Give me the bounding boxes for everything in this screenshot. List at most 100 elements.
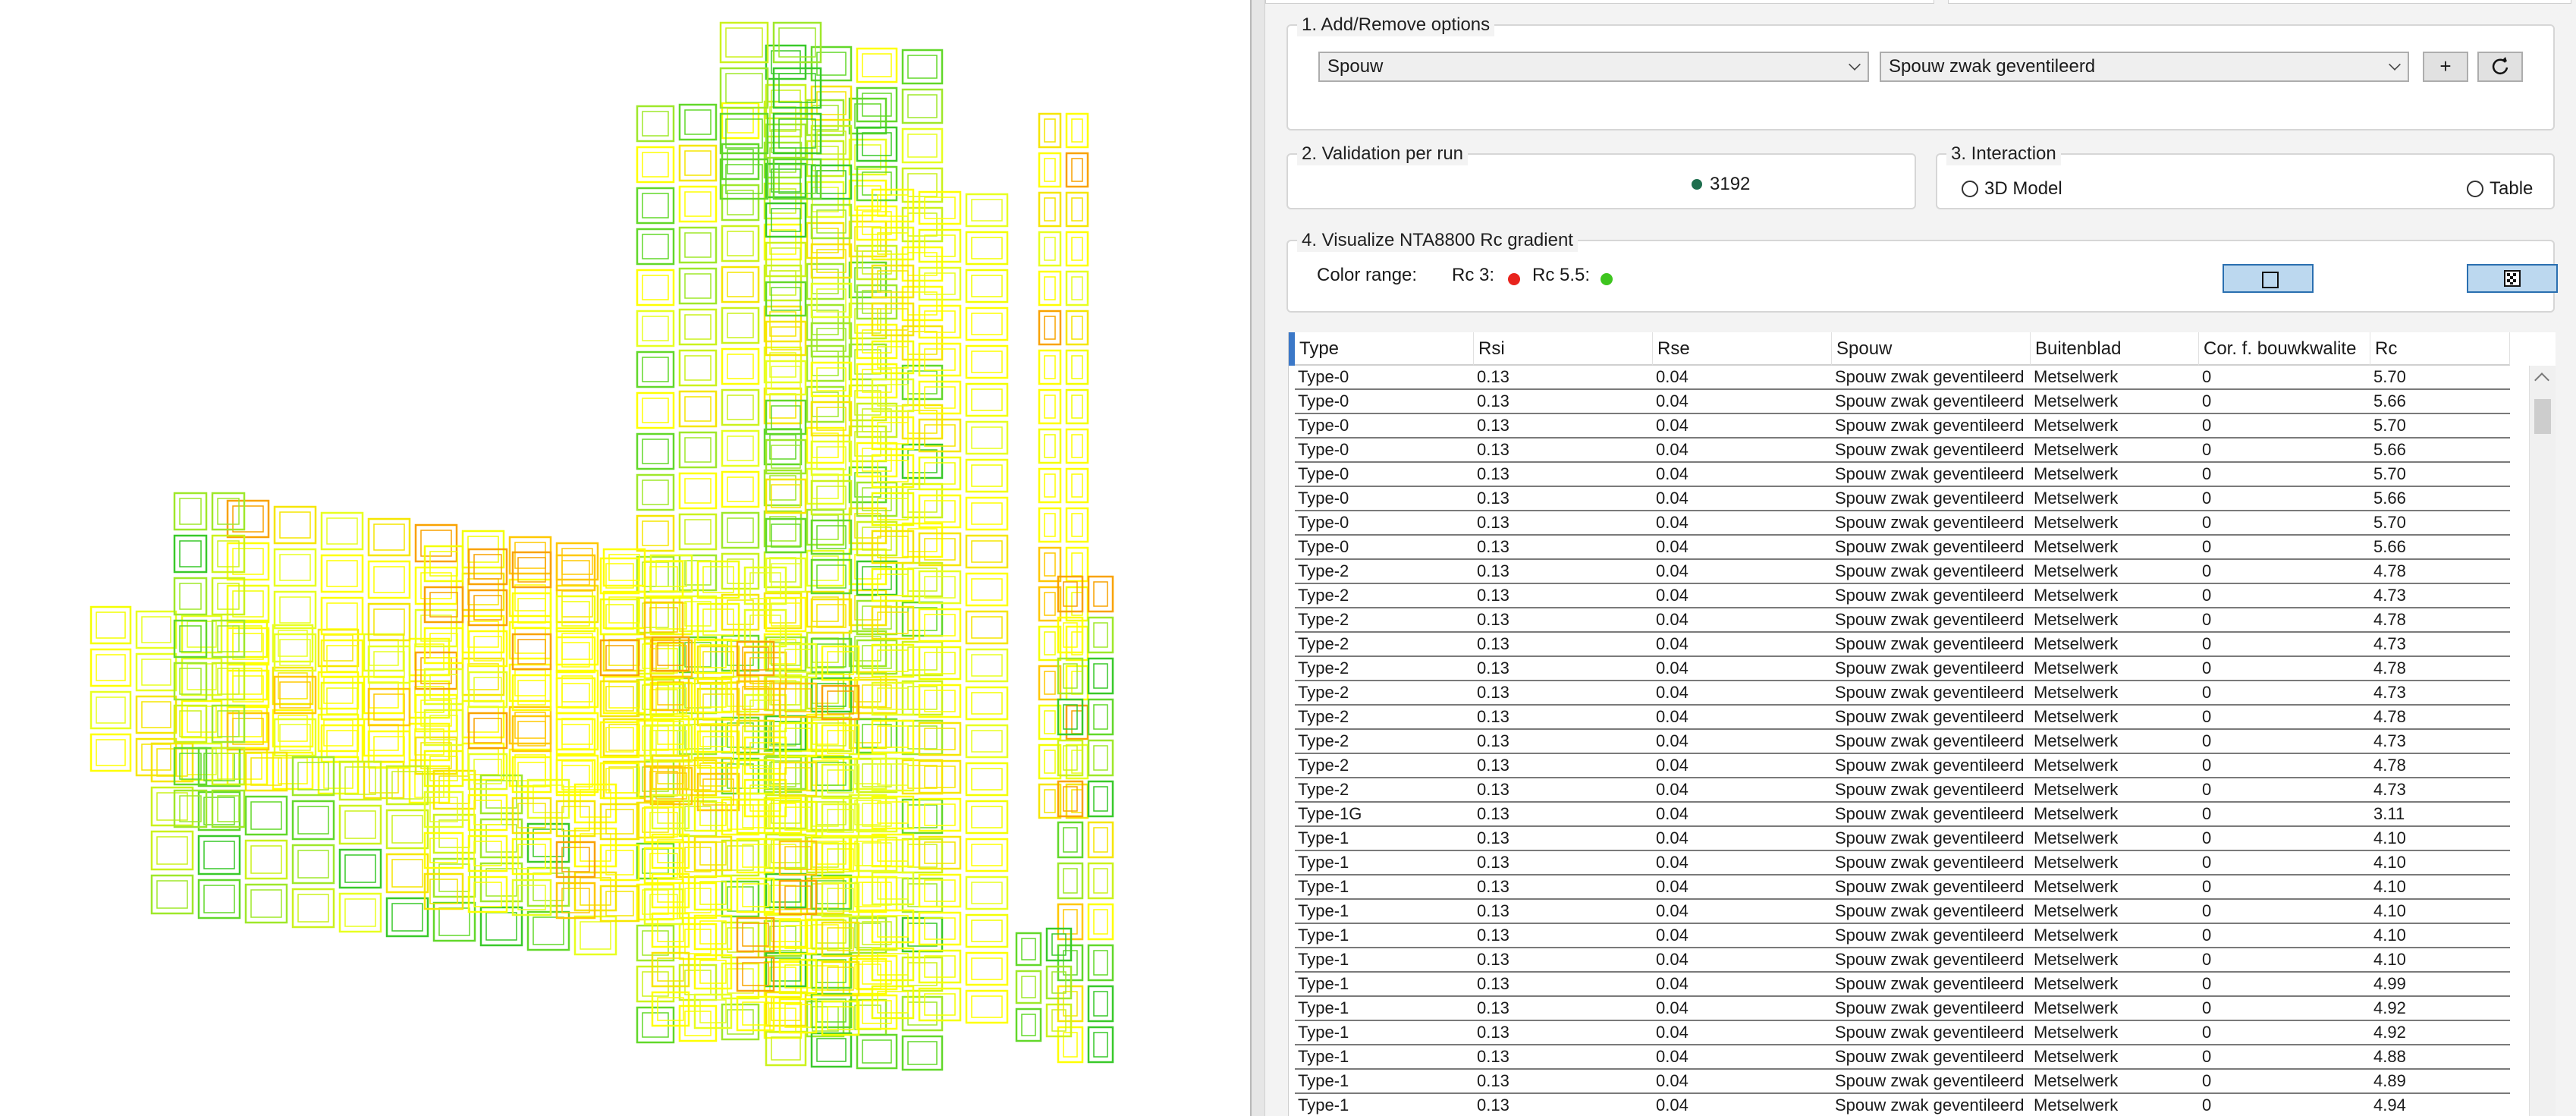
table-row[interactable]: Type-1 0.13 0.04 Spouw zwak geventileerd Met…	[1295, 1070, 2510, 1094]
table-row[interactable]: Type-1 0.13 0.04 Spouw zwak geventileerd Met…	[1295, 1021, 2510, 1045]
table-cell: 0.04	[1656, 828, 1689, 847]
table-row[interactable]: Type-1 0.13 0.04 Spouw zwak geventileerd Met…	[1295, 1094, 2510, 1116]
table-row[interactable]: Type-2 0.13 0.04 Spouw zwak geventileerd Met…	[1295, 706, 2510, 730]
table-cell: 0	[2202, 828, 2212, 847]
window-frame	[514, 627, 546, 654]
window-frame	[907, 94, 938, 118]
validation-title: 2. Validation per run	[1297, 143, 1469, 165]
add-option-button[interactable]: +	[2423, 52, 2468, 82]
refresh-button[interactable]	[2477, 52, 2523, 82]
column-header-rsi[interactable]: Rsi	[1474, 332, 1653, 366]
window-frame	[862, 171, 892, 196]
column-header-cor-f-bouwkwalite[interactable]: Cor. f. bouwkwalite	[2199, 332, 2370, 366]
table-row[interactable]: Type-2 0.13 0.04 Spouw zwak geventileerd Met…	[1295, 608, 2510, 633]
table-row[interactable]: Type-0 0.13 0.04 Spouw zwak geventileerd Met…	[1295, 414, 2510, 439]
window-frame	[727, 108, 754, 134]
table-cell: Metselwerk	[2034, 464, 2119, 483]
table-row[interactable]: Type-1 0.13 0.04 Spouw zwak geventileerd Met…	[1295, 1045, 2510, 1070]
table-cell: Type-0	[1298, 416, 1349, 435]
wall-panel[interactable]	[719, 67, 769, 109]
window-frame	[812, 596, 839, 622]
window-frame	[642, 520, 669, 546]
window-frame	[414, 643, 445, 671]
window-frame	[816, 604, 847, 628]
window-frame	[816, 643, 847, 668]
window-frame	[391, 815, 423, 844]
table-row[interactable]: Type-1 0.13 0.04 Spouw zwak geventileerd Met…	[1295, 827, 2510, 851]
table-row[interactable]: Type-0 0.13 0.04 Spouw zwak geventileerd Met…	[1295, 487, 2510, 511]
window-frame	[297, 850, 329, 879]
option-value: Spouw zwak geventileerd	[1889, 56, 2096, 77]
tab-stub-left[interactable]	[1265, 0, 1934, 4]
column-header-rc[interactable]: Rc	[2370, 332, 2510, 366]
table-row[interactable]: Type-1 0.13 0.04 Spouw zwak geventileerd Met…	[1295, 973, 2510, 997]
table-row[interactable]: Type-2 0.13 0.04 Spouw zwak geventileerd Met…	[1295, 681, 2510, 706]
tab-stub-right[interactable]	[1948, 0, 2571, 4]
category-select[interactable]: Spouw	[1318, 52, 1869, 82]
table-row[interactable]: Type-0 0.13 0.04 Spouw zwak geventileerd Met…	[1295, 463, 2510, 487]
option-select[interactable]: Spouw zwak geventileerd	[1880, 52, 2409, 82]
window-frame	[854, 308, 881, 334]
table-row[interactable]: Type-0 0.13 0.04 Spouw zwak geventileerd Met…	[1295, 536, 2510, 560]
window-frame	[1071, 434, 1083, 458]
window-frame	[642, 848, 669, 874]
column-header-buitenblad[interactable]: Buitenblad	[2031, 332, 2199, 366]
table-row[interactable]: Type-2 0.13 0.04 Spouw zwak geventileerd Met…	[1295, 730, 2510, 754]
building-wireframe[interactable]	[0, 0, 1250, 1116]
table-cell: 4.92	[2373, 1023, 2406, 1042]
window-frame	[1093, 868, 1108, 894]
window-frame	[727, 517, 754, 543]
table-cell: Metselwerk	[2034, 1023, 2119, 1042]
table-cell: Metselwerk	[2034, 756, 2119, 775]
table-row[interactable]: Type-1 0.13 0.04 Spouw zwak geventileerd Met…	[1295, 997, 2510, 1021]
window-frame	[907, 134, 938, 158]
window-frame	[391, 859, 423, 888]
table-cell: Spouw zwak geventileerd	[1835, 828, 2025, 847]
table-row[interactable]: Type-1 0.13 0.04 Spouw zwak geventileerd Met…	[1295, 900, 2510, 924]
table-row[interactable]: Type-0 0.13 0.04 Spouw zwak geventileerd Met…	[1295, 390, 2510, 414]
table-row[interactable]: Type-0 0.13 0.04 Spouw zwak geventileerd Met…	[1295, 366, 2510, 390]
table-cell: 0.04	[1656, 513, 1689, 532]
table-row[interactable]: Type-2 0.13 0.04 Spouw zwak geventileerd Met…	[1295, 633, 2510, 657]
rc-results-table[interactable]: Type Rsi Rse Spouw Buitenblad Cor. f. bouwkwa…	[1288, 332, 2556, 1116]
table-row[interactable]: Type-2 0.13 0.04 Spouw zwak geventileerd Met…	[1295, 778, 2510, 803]
table-cell: 0.04	[1656, 998, 1689, 1017]
panel-splitter[interactable]	[1250, 0, 1265, 1116]
table-row[interactable]: Type-2 0.13 0.04 Spouw zwak geventileerd Met…	[1295, 560, 2510, 584]
scrollbar-thumb[interactable]	[2534, 399, 2551, 434]
window-frame	[344, 810, 376, 839]
table-row[interactable]: Type-2 0.13 0.04 Spouw zwak geventileerd Met…	[1295, 657, 2510, 681]
window-frame	[1093, 704, 1108, 730]
3d-model-viewport[interactable]	[0, 0, 1250, 1116]
column-header-spouw[interactable]: Spouw	[1832, 332, 2031, 366]
table-row[interactable]: Type-1 0.13 0.04 Spouw zwak geventileerd Met…	[1295, 948, 2510, 973]
window-frame	[642, 643, 669, 669]
column-header-rse[interactable]: Rse	[1653, 332, 1832, 366]
table-row[interactable]: Type-1 0.13 0.04 Spouw zwak geventileerd Met…	[1295, 876, 2510, 900]
column-header-type[interactable]: Type	[1295, 332, 1474, 366]
radio-3d-model[interactable]	[1962, 181, 1978, 197]
table-row[interactable]: Type-0 0.13 0.04 Spouw zwak geventileerd Met…	[1295, 439, 2510, 463]
window-frame	[907, 528, 938, 552]
table-cell: 0	[2202, 780, 2212, 799]
wall-panel[interactable]	[719, 21, 769, 64]
visualize-outline-button[interactable]	[2223, 264, 2314, 293]
table-cell: Type-2	[1298, 561, 1349, 580]
table-cell: 0	[2202, 901, 2212, 920]
table-cell: 0.13	[1477, 926, 1509, 945]
wall-panel[interactable]	[772, 21, 822, 64]
window-frame	[605, 727, 634, 753]
visualize-gradient-button[interactable]	[2467, 264, 2558, 293]
table-row[interactable]: Type-2 0.13 0.04 Spouw zwak geventileerd Met…	[1295, 584, 2510, 608]
chevron-up-icon[interactable]	[2534, 373, 2549, 388]
table-row[interactable]: Type-1 0.13 0.04 Spouw zwak geventileerd Met…	[1295, 924, 2510, 948]
table-row[interactable]: Type-0 0.13 0.04 Spouw zwak geventileerd Met…	[1295, 511, 2510, 536]
radio-table[interactable]	[2467, 181, 2483, 197]
table-cell: 0.13	[1477, 974, 1509, 993]
vertical-scrollbar[interactable]	[2529, 366, 2556, 1116]
table-row[interactable]: Type-2 0.13 0.04 Spouw zwak geventileerd Met…	[1295, 754, 2510, 778]
window-frame	[642, 152, 669, 178]
table-cell: Spouw zwak geventileerd	[1835, 683, 2025, 702]
table-row[interactable]: Type-1G 0.13 0.04 Spouw zwak geventileerd Me…	[1295, 803, 2510, 827]
table-row[interactable]: Type-1 0.13 0.04 Spouw zwak geventileerd Met…	[1295, 851, 2510, 876]
